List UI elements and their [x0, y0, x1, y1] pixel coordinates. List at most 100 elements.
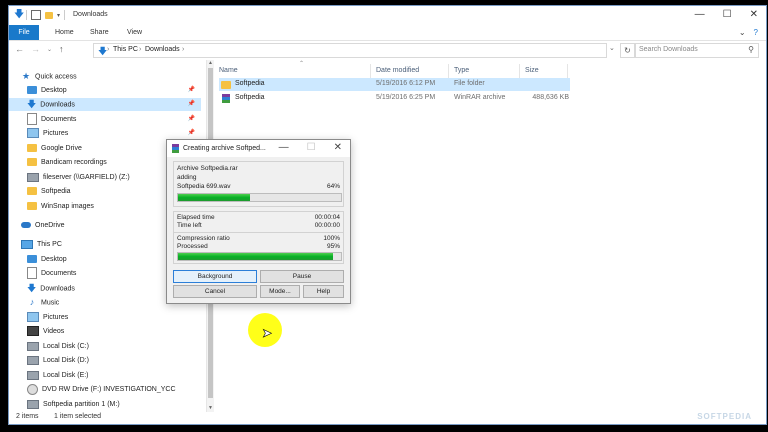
- new-folder-icon[interactable]: [45, 11, 53, 19]
- folder-icon: [27, 202, 37, 211]
- nav-item-local-disk-c[interactable]: Local Disk (C:): [27, 340, 89, 353]
- column-date-modified[interactable]: Date modified: [376, 67, 419, 74]
- tab-file[interactable]: File: [9, 25, 39, 40]
- current-file: Softpedia 699.wav: [177, 183, 231, 190]
- customize-toolbar-icon[interactable]: ▾: [57, 12, 60, 19]
- nav-item-fileserver[interactable]: fileserver (\\GARFIELD) (Z:): [27, 171, 130, 184]
- help-icon[interactable]: ?: [754, 28, 758, 37]
- nav-item-local-disk-e[interactable]: Local Disk (E:): [27, 369, 89, 382]
- nav-item-winsnap-images[interactable]: WinSnap images: [27, 200, 94, 213]
- pause-button[interactable]: Pause: [260, 270, 344, 283]
- nav-item-google-drive[interactable]: Google Drive: [27, 142, 82, 155]
- maximize-button[interactable]: ☐: [723, 9, 732, 20]
- column-divider[interactable]: [567, 64, 568, 78]
- nav-item-onedrive[interactable]: OneDrive: [21, 219, 65, 232]
- file-progress-bar: [177, 193, 342, 202]
- mode-button[interactable]: Mode...: [260, 285, 300, 298]
- pin-icon[interactable]: 📌: [188, 98, 195, 111]
- nav-item-label: Desktop: [41, 87, 67, 94]
- dialog-minimize-button[interactable]: —: [279, 142, 289, 153]
- file-size: 488,636 KB: [532, 94, 569, 101]
- cloud-icon: [21, 222, 31, 229]
- nav-item-music[interactable]: ♪ Music: [27, 296, 60, 309]
- tab-home[interactable]: Home: [47, 25, 82, 40]
- search-input[interactable]: Search Downloads ⚲: [635, 43, 759, 58]
- column-divider[interactable]: [370, 64, 371, 78]
- file-name: Softpedia: [235, 80, 265, 87]
- column-divider[interactable]: [519, 64, 520, 78]
- file-row[interactable]: Softpedia 5/19/2016 6:12 PM File folder: [219, 78, 570, 91]
- address-row: ← → ⌄ ↑ 🡇 › This PC › Downloads › ⌄ ↻ Se…: [9, 41, 766, 59]
- scroll-up-icon[interactable]: ▲: [207, 60, 214, 67]
- column-divider[interactable]: [448, 64, 449, 78]
- folder-icon: [27, 158, 37, 167]
- nav-item-local-disk-d[interactable]: Local Disk (D:): [27, 354, 89, 367]
- tab-share[interactable]: Share: [82, 25, 117, 40]
- sort-ascending-icon: ⌃: [299, 61, 305, 67]
- time-left-label: Time left: [177, 222, 202, 229]
- forward-button[interactable]: →: [31, 44, 40, 54]
- column-type[interactable]: Type: [454, 67, 469, 74]
- winrar-icon: [172, 144, 179, 153]
- toolbar-divider: [64, 10, 66, 20]
- nav-item-bandicam-recordings[interactable]: Bandicam recordings: [27, 156, 107, 169]
- file-progress-panel: Archive Softpedia.rar adding Softpedia 6…: [173, 161, 344, 207]
- dialog-close-button[interactable]: ✕: [334, 142, 342, 153]
- download-icon: 🡇: [98, 46, 108, 56]
- down-arrow-icon[interactable]: 🡇: [14, 10, 24, 20]
- tab-view[interactable]: View: [119, 25, 150, 40]
- address-bar[interactable]: 🡇 › This PC › Downloads ›: [93, 43, 607, 58]
- cancel-button[interactable]: Cancel: [173, 285, 257, 298]
- breadcrumb-downloads[interactable]: Downloads: [145, 46, 180, 53]
- nav-item-desktop[interactable]: Desktop 📌: [27, 84, 201, 97]
- breadcrumb-this-pc[interactable]: This PC: [113, 46, 138, 53]
- chevron-down-icon[interactable]: ⌄: [739, 28, 746, 37]
- nav-item-quick-access[interactable]: ★ Quick access: [21, 70, 201, 83]
- refresh-button[interactable]: ↻: [620, 43, 635, 58]
- properties-icon[interactable]: [31, 10, 41, 20]
- nav-item-softpedia[interactable]: Softpedia: [27, 185, 71, 198]
- up-button[interactable]: ↑: [59, 44, 64, 54]
- ribbon: File Home Share View ⌄ ?: [9, 25, 766, 41]
- nav-item-dvd-drive[interactable]: DVD RW Drive (F:) INVESTIGATION_YCC: [27, 383, 176, 396]
- nav-item-pc-documents[interactable]: Documents: [27, 267, 76, 280]
- background-button[interactable]: Background: [173, 270, 257, 283]
- dialog-title-bar: Creating archive Softped... — ☐ ✕: [167, 140, 350, 157]
- nav-item-this-pc[interactable]: This PC: [21, 238, 62, 251]
- nav-item-label: This PC: [37, 241, 62, 248]
- help-button[interactable]: Help: [303, 285, 344, 298]
- dvd-drive-icon: [27, 383, 38, 395]
- status-bar: 2 items 1 item selected SOFTPEDIA: [9, 410, 766, 424]
- folder-icon: [27, 187, 37, 196]
- documents-icon: [27, 267, 37, 280]
- network-drive-icon: [27, 172, 39, 182]
- pin-icon[interactable]: 📌: [188, 113, 195, 126]
- nav-item-pc-downloads[interactable]: 🡇 Downloads: [27, 282, 75, 295]
- breadcrumb-separator: ›: [182, 46, 185, 53]
- column-name[interactable]: Name: [219, 67, 238, 74]
- pin-icon[interactable]: 📌: [188, 84, 195, 97]
- close-button[interactable]: ✕: [750, 9, 758, 20]
- nav-item-label: Documents: [41, 116, 77, 123]
- address-history-chevron-icon[interactable]: ⌄: [609, 44, 615, 52]
- compression-ratio-value: 100%: [323, 235, 340, 242]
- minimize-button[interactable]: —: [695, 9, 705, 20]
- file-row[interactable]: Softpedia 5/19/2016 6:25 PM WinRAR archi…: [219, 92, 570, 105]
- nav-item-videos[interactable]: Videos: [27, 325, 64, 338]
- column-size[interactable]: Size: [525, 67, 539, 74]
- recent-locations-chevron-icon[interactable]: ⌄: [47, 46, 52, 53]
- search-placeholder: Search Downloads: [639, 46, 698, 53]
- file-type: WinRAR archive: [454, 94, 506, 101]
- back-button[interactable]: ←: [15, 44, 24, 54]
- nav-item-pc-pictures[interactable]: Pictures: [27, 311, 68, 324]
- nav-item-label: Softpedia partition 1 (M:): [43, 401, 120, 408]
- nav-item-pc-desktop[interactable]: Desktop: [27, 253, 67, 266]
- nav-item-documents[interactable]: Documents 📌: [27, 113, 201, 126]
- nav-item-label: OneDrive: [35, 222, 65, 229]
- nav-item-label: Downloads: [40, 285, 75, 293]
- folder-icon: [27, 144, 37, 153]
- title-bar: 🡇 ▾ Downloads — ☐ ✕: [9, 6, 766, 25]
- nav-item-downloads[interactable]: 🡇 Downloads 📌: [9, 98, 201, 111]
- processed-label: Processed: [177, 243, 208, 250]
- search-icon: ⚲: [748, 45, 754, 54]
